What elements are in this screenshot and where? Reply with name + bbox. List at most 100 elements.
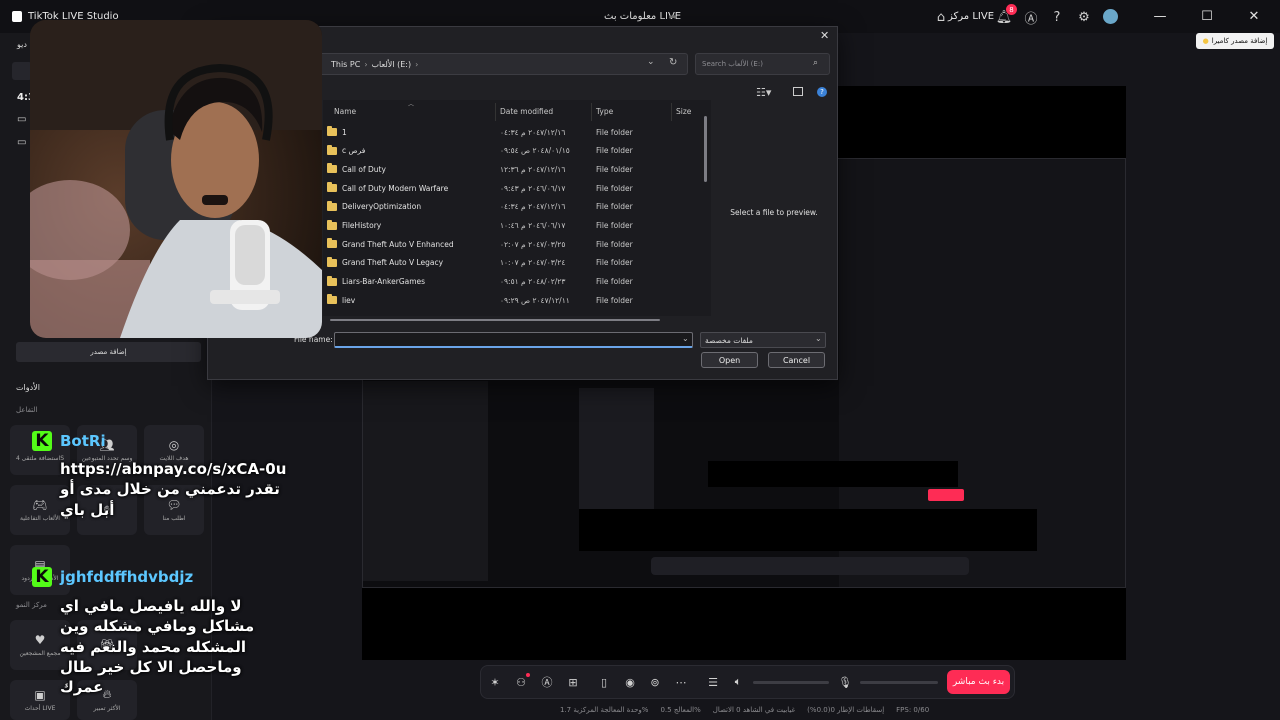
file-row-name: DeliveryOptimization xyxy=(342,202,422,212)
file-name-dropdown-icon[interactable]: ⌄ xyxy=(682,334,689,343)
file-row-date: ٢٠٤٧/٠٣/٢٤ م ١٠:٠٧ xyxy=(500,258,566,268)
speaker-icon[interactable]: 🔈︎ xyxy=(729,673,747,691)
scene-tab[interactable] xyxy=(12,62,32,80)
speaker-volume-slider[interactable] xyxy=(753,681,829,684)
file-row[interactable]: c فرص ٢٠٤٨/٠١/١٥ ص ٠٩:٥٤ File folder xyxy=(323,142,708,160)
nested-golive xyxy=(928,489,964,501)
filter-dropdown-icon[interactable]: ⌄ xyxy=(815,334,822,343)
avatar[interactable] xyxy=(1103,9,1118,24)
column-name[interactable]: Name xyxy=(334,107,356,116)
minimize-button[interactable]: — xyxy=(1138,0,1182,33)
monitor-icon[interactable]: ▭ xyxy=(17,114,26,125)
view-options-icon[interactable]: ☷▾ xyxy=(756,86,771,99)
file-row[interactable]: Call of Duty Modern Warfare ٢٠٤٦/٠٦/١٧ م … xyxy=(323,179,708,197)
column-type[interactable]: Type xyxy=(596,107,613,116)
file-row[interactable]: FileHistory ٢٠٤٦/٠٦/١٧ م ١٠:٤٦ File folder xyxy=(323,217,708,235)
sort-ascending-icon: ︿ xyxy=(408,101,415,108)
growth-center-label: مركز النمو xyxy=(16,601,47,609)
file-row[interactable]: Grand Theft Auto V Legacy ٢٠٤٧/٠٣/٢٤ م ١٠… xyxy=(323,254,708,272)
chat-username: jghfddffhdvbdjz xyxy=(60,568,194,586)
folder-icon xyxy=(327,163,337,174)
search-box[interactable]: Search الألعاب (E:) xyxy=(695,53,830,75)
file-row-type: File folder xyxy=(596,295,633,305)
ai-avatar-icon[interactable]: Ⓐ xyxy=(538,673,556,691)
column-date-modified[interactable]: Date modified xyxy=(500,107,553,116)
monitor-icon-2[interactable]: ▭ xyxy=(17,137,26,148)
address-dropdown-icon[interactable]: ⌄ xyxy=(647,57,655,67)
add-source-button[interactable]: إضافة مصدر xyxy=(16,342,201,362)
refresh-icon[interactable]: ↻ xyxy=(669,57,677,68)
breadcrumb-drive[interactable]: الألعاب (E:) xyxy=(372,60,412,69)
webcam-feed-image xyxy=(30,20,322,338)
column-size[interactable]: Size xyxy=(676,107,691,116)
go-live-button[interactable]: بدء بث مباشر xyxy=(947,670,1010,694)
address-bar[interactable]: This PC › الألعاب (E:) › xyxy=(318,53,688,75)
horizontal-scrollbar[interactable] xyxy=(330,319,660,321)
chat-message-1-header: K BotRi xyxy=(32,431,106,451)
mic-volume-slider[interactable] xyxy=(860,681,938,684)
folder-icon xyxy=(327,182,337,193)
file-row-date: ٢٠٤٨/٠١/١٥ ص ٠٩:٥٤ xyxy=(500,146,570,156)
file-row[interactable]: liev ٢٠٤٧/١٢/١١ ص ٠٩:٢٩ File folder xyxy=(323,291,708,309)
folder-icon xyxy=(327,294,337,305)
preview-pane-text: Select a file to preview. xyxy=(730,207,818,217)
file-row-type: File folder xyxy=(596,221,633,230)
file-row-type: File folder xyxy=(596,164,633,174)
tool-label: الأكثر تمبير xyxy=(93,705,121,713)
chat-message-2-header: K jghfddffhdvbdjz xyxy=(32,567,193,587)
close-window-button[interactable]: ✕ xyxy=(1232,0,1276,33)
file-row-name: 1 xyxy=(342,127,347,137)
dialog-close-button[interactable]: ✕ xyxy=(820,29,829,42)
search-icon: ⌕ xyxy=(813,58,819,68)
file-row[interactable]: Call of Duty ٢٠٤٧/١٢/١٦ م ١٢:٣٦ File folde… xyxy=(323,160,708,178)
column-divider[interactable] xyxy=(591,103,592,121)
column-divider[interactable] xyxy=(495,103,496,121)
file-row-date: ٢٠٤٧/١٢/١٦ م ٠٤:٣٤ xyxy=(500,127,566,137)
file-row[interactable]: Liars-Bar-AnkerGames ٢٠٤٨/٠٢/٢٣ م ٠٩:٥١ Fi… xyxy=(323,273,708,291)
fps-readout: FPS: 0/60 xyxy=(896,706,930,714)
effects-wand-icon[interactable]: ✶ xyxy=(486,673,504,691)
file-row-type: File folder xyxy=(596,258,633,268)
maximize-button[interactable]: ☐ xyxy=(1185,0,1229,33)
open-button[interactable]: Open xyxy=(701,352,758,368)
add-camera-source-button[interactable]: ● إضافة مصدر كاميرا xyxy=(1196,33,1274,49)
help-icon[interactable]: ? xyxy=(817,87,827,97)
more-icon[interactable]: ⋯ xyxy=(672,673,690,691)
file-name-input[interactable] xyxy=(334,332,693,348)
file-row[interactable]: Grand Theft Auto V Enhanced ٢٠٤٧/٠٣/٢٥ م … xyxy=(323,235,708,253)
vertical-scrollbar[interactable] xyxy=(704,116,707,182)
share-icon[interactable]: ➦ xyxy=(662,6,684,28)
file-row-date: ٢٠٤٦/٠٦/١٧ م ٠٩:٤٣ xyxy=(500,183,566,193)
lightbulb-icon: ● xyxy=(1202,37,1209,45)
add-media-icon[interactable]: ⊞ xyxy=(564,673,582,691)
live-center-link[interactable]: مركز LIVE xyxy=(948,11,994,22)
microphone-icon[interactable]: 🎙︎ xyxy=(836,673,854,691)
vertical-mode-icon[interactable]: ▯ xyxy=(595,673,613,691)
preview-pane-icon[interactable] xyxy=(793,87,803,96)
settings-gear-icon[interactable]: ⚙ xyxy=(1073,6,1095,28)
dropped-frames: إسقاطات الإطار 0(0.0%) xyxy=(807,706,885,714)
file-row-type: File folder xyxy=(596,277,633,287)
nested-black-box xyxy=(708,461,958,487)
help-icon[interactable]: ? xyxy=(1046,6,1068,28)
breadcrumb-this-pc[interactable]: This PC xyxy=(331,60,360,69)
file-row-date: ٢٠٤٧/١٢/١١ ص ٠٩:٢٩ xyxy=(500,295,570,305)
status-bar: وحدة المعالجة المركزية 1.7% المعالج 0.5%… xyxy=(560,703,1280,717)
file-row[interactable]: 1 ٢٠٤٧/١٢/١٦ م ٠٤:٣٤ File folder xyxy=(323,123,708,141)
ai-icon[interactable]: Ⓐ xyxy=(1020,6,1042,28)
file-row[interactable]: DeliveryOptimization ٢٠٤٧/١٢/١٦ م ٠٤:٣٤ Fi… xyxy=(323,198,708,216)
scene-header-partial: ديو xyxy=(17,40,27,49)
camera-switch-icon[interactable]: ⊚ xyxy=(646,673,664,691)
nested-toolbar xyxy=(651,557,969,575)
column-divider[interactable] xyxy=(671,103,672,121)
record-icon[interactable]: ◉ xyxy=(621,673,639,691)
mixer-settings-icon[interactable]: ☰ xyxy=(704,673,722,691)
file-type-filter[interactable]: ملفات مخصصة xyxy=(700,332,826,348)
cancel-button[interactable]: Cancel xyxy=(768,352,825,368)
file-row-type: File folder xyxy=(596,146,633,156)
gpu-usage: وحدة المعالجة المركزية 1.7% xyxy=(560,706,649,714)
file-row-date: ٢٠٤٧/٠٣/٢٥ م ٠٢:٠٧ xyxy=(500,239,566,249)
interaction-section-label: التفاعل xyxy=(16,406,38,414)
file-row-date: ٢٠٤٧/١٢/١٦ م ٠٤:٣٤ xyxy=(500,202,566,212)
nested-tools xyxy=(579,388,654,528)
